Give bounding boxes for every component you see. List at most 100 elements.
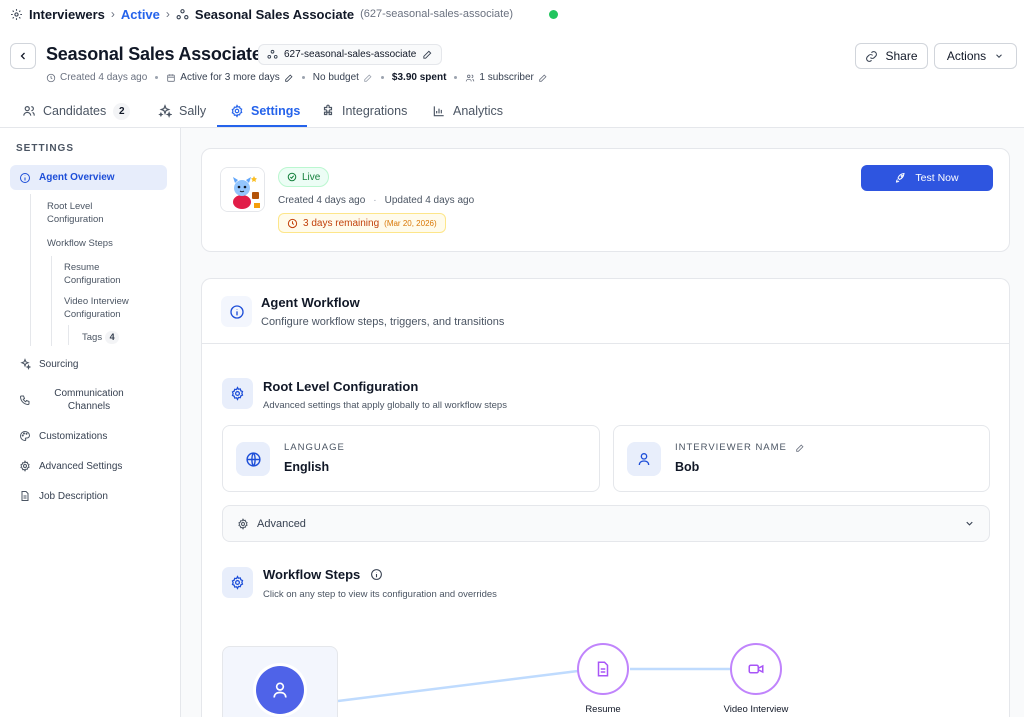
root-config-tile xyxy=(222,378,253,409)
agent-workflow-subtitle: Configure workflow steps, triggers, and … xyxy=(261,316,505,328)
calendar-icon xyxy=(167,73,176,82)
breadcrumb-current: Seasonal Sales Associate xyxy=(194,6,355,22)
page-title: Seasonal Sales Associate xyxy=(46,44,262,64)
sidebar-item-video-interview-configuration[interactable]: Video Interview Configuration xyxy=(64,295,129,321)
test-now-button[interactable]: Test Now xyxy=(861,165,993,191)
workflow-steps-subtitle: Click on any step to view its configurat… xyxy=(263,589,497,600)
actions-button[interactable]: Actions xyxy=(934,43,1017,69)
tab-settings[interactable]: Settings xyxy=(230,95,300,127)
phone-icon xyxy=(19,395,30,406)
sidebar-heading: SETTINGS xyxy=(16,143,75,154)
candidates-count-badge: 2 xyxy=(113,102,131,120)
chevron-right-icon: › xyxy=(110,7,115,21)
share-button[interactable]: Share xyxy=(855,43,928,69)
meta-row: Created 4 days ago Active for 3 more day… xyxy=(46,71,548,84)
meta-active-for: Active for 3 more days xyxy=(180,72,280,83)
sidebar-item-resume-configuration[interactable]: Resume Configuration xyxy=(64,261,121,287)
users-icon xyxy=(466,74,475,81)
meta-subscribers: 1 subscriber xyxy=(479,72,534,83)
slug-text: 627-seasonal-sales-associate xyxy=(284,49,417,60)
users-icon xyxy=(23,106,35,116)
agent-overview-card: Live Created 4 days ago · Updated 4 days… xyxy=(201,148,1010,252)
language-field-card[interactable]: LANGUAGE English xyxy=(222,425,600,492)
document-icon xyxy=(597,661,609,677)
sidebar-item-customizations[interactable]: Customizations xyxy=(10,428,167,444)
info-icon xyxy=(229,304,244,319)
video-interview-step-label: Video Interview xyxy=(723,704,789,715)
bar-chart-icon xyxy=(433,106,444,117)
language-icon-tile xyxy=(236,442,270,476)
status-online-dot xyxy=(548,9,558,19)
tab-bar: Candidates 2 Sally Settings Integrations… xyxy=(0,95,1024,128)
live-status-badge: Live xyxy=(278,167,330,187)
chevron-right-icon: › xyxy=(165,7,170,21)
remaining-days-badge: 3 days remaining (Mar 20, 2026) xyxy=(278,213,446,233)
interviewers-icon xyxy=(10,8,23,21)
chevron-down-icon xyxy=(996,54,1003,58)
palette-icon xyxy=(20,430,31,442)
user-icon xyxy=(273,682,287,698)
check-circle-icon xyxy=(287,172,297,182)
sidebar-item-root-level-configuration[interactable]: Root Level Configuration xyxy=(47,200,104,226)
interviewer-name-field-card[interactable]: INTERVIEWER NAME Bob xyxy=(613,425,990,492)
meta-budget: No budget xyxy=(312,72,359,83)
sparkles-icon xyxy=(158,104,172,118)
chevron-down-icon xyxy=(966,521,973,526)
pencil-icon[interactable] xyxy=(795,443,805,453)
info-icon[interactable] xyxy=(370,568,383,581)
agent-workflow-title: Agent Workflow xyxy=(261,295,360,310)
overview-timestamps: Created 4 days ago · Updated 4 days ago xyxy=(278,195,475,206)
pencil-icon[interactable] xyxy=(284,73,294,83)
video-interview-step-node[interactable] xyxy=(730,643,782,695)
language-value: English xyxy=(284,460,330,474)
tab-sally[interactable]: Sally xyxy=(158,95,206,127)
person-icon-tile xyxy=(627,442,661,476)
sidebar-item-workflow-steps[interactable]: Workflow Steps xyxy=(47,237,113,250)
video-camera-icon xyxy=(748,664,764,674)
breadcrumb-interviewers[interactable]: Interviewers xyxy=(29,7,105,22)
user-icon xyxy=(638,453,650,466)
sidebar-item-agent-overview[interactable]: Agent Overview xyxy=(10,165,167,190)
sidebar-item-advanced-settings[interactable]: Advanced Settings xyxy=(10,458,167,474)
breadcrumb: Interviewers › Active › Seasonal Sales A… xyxy=(10,5,558,23)
sidebar-item-job-description[interactable]: Job Description xyxy=(10,488,167,504)
document-icon xyxy=(21,491,29,501)
tab-candidates[interactable]: Candidates 2 xyxy=(22,95,131,127)
resume-step-label: Resume xyxy=(585,704,621,715)
tab-integrations[interactable]: Integrations xyxy=(321,95,407,127)
clock-icon xyxy=(287,218,298,228)
root-config-subtitle: Advanced settings that apply globally to… xyxy=(263,400,507,411)
divider xyxy=(202,343,1009,344)
sidebar-item-tags[interactable]: Tags 4 xyxy=(82,331,120,344)
meta-created: Created 4 days ago xyxy=(60,72,148,83)
gear-icon xyxy=(231,575,244,590)
advanced-label: Advanced xyxy=(257,517,306,530)
puzzle-icon xyxy=(323,104,333,116)
tab-active-indicator xyxy=(217,125,307,127)
sidebar-item-sourcing[interactable]: Sourcing xyxy=(10,356,167,372)
pencil-icon[interactable] xyxy=(538,73,548,83)
pencil-icon xyxy=(423,50,432,59)
agent-icon xyxy=(176,8,189,21)
resume-step-node[interactable] xyxy=(577,643,629,695)
main-content: Live Created 4 days ago · Updated 4 days… xyxy=(181,128,1024,717)
settings-sidebar: SETTINGS Agent Overview Root Level Confi… xyxy=(0,128,181,717)
meta-spent: $3.90 spent xyxy=(391,72,447,83)
candidate-node-circle xyxy=(256,666,304,714)
breadcrumb-active[interactable]: Active xyxy=(121,7,160,22)
gear-icon xyxy=(231,104,243,118)
sidebar-item-communication-channels[interactable]: Communication Channels xyxy=(10,386,167,414)
language-label: LANGUAGE xyxy=(284,442,345,453)
candidate-start-node[interactable] xyxy=(222,646,338,717)
gear-icon xyxy=(20,460,30,472)
tab-analytics[interactable]: Analytics xyxy=(432,95,503,127)
workflow-steps-tile xyxy=(222,567,253,598)
interviewer-name-value: Bob xyxy=(675,460,700,474)
mascot-icon xyxy=(221,168,264,211)
slug-pill[interactable]: 627-seasonal-sales-associate xyxy=(258,44,443,65)
back-button[interactable] xyxy=(10,43,36,69)
advanced-accordion[interactable]: Advanced xyxy=(222,505,990,542)
pencil-icon[interactable] xyxy=(363,73,373,83)
breadcrumb-slug: (627-seasonal-sales-associate) xyxy=(360,8,513,20)
globe-icon xyxy=(245,451,261,467)
